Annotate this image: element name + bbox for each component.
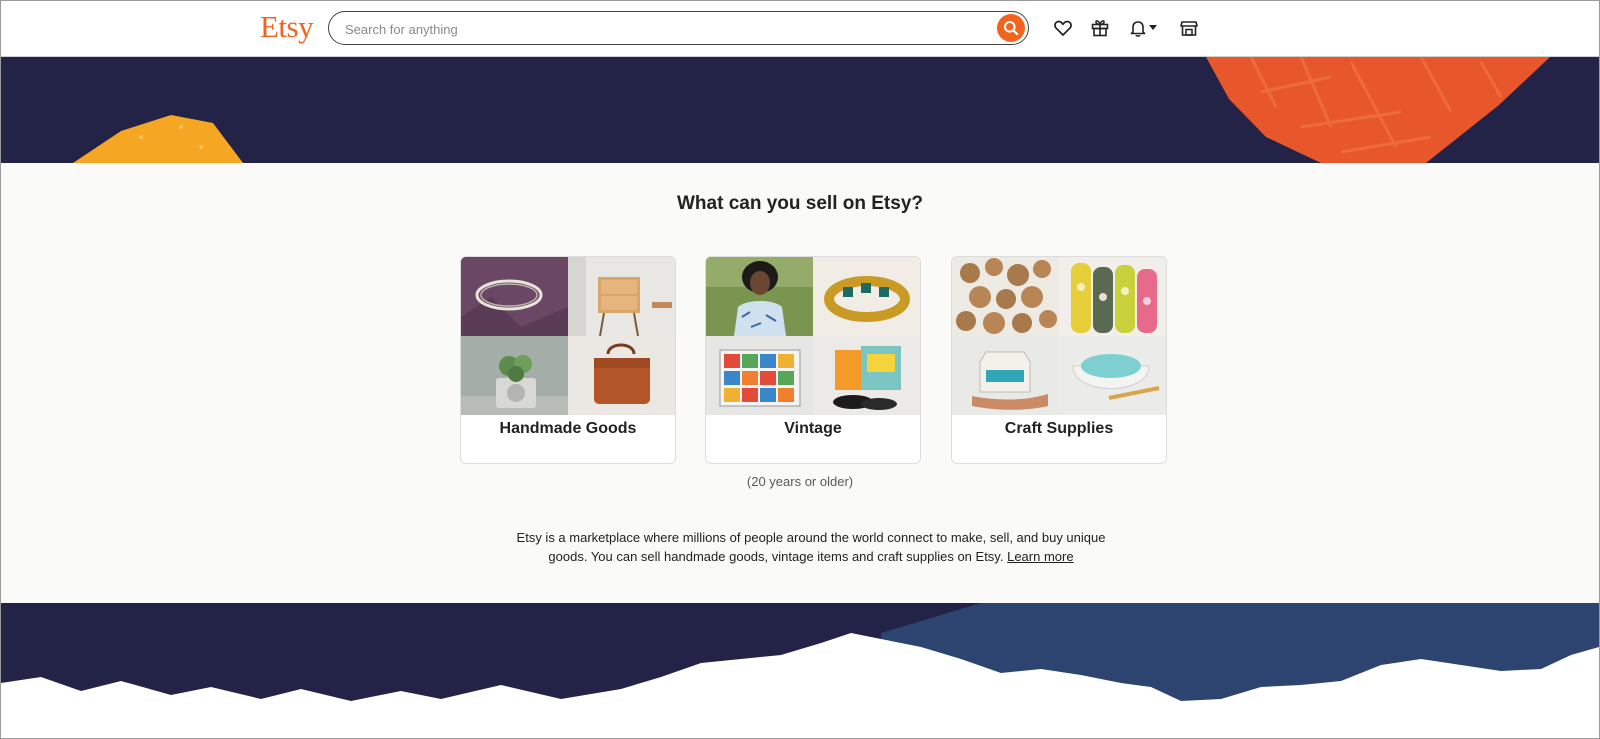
- gift-box-photo: [952, 336, 1059, 415]
- section-heading: What can you sell on Etsy?: [677, 193, 923, 214]
- search-input[interactable]: [343, 18, 967, 40]
- category-card-vintage[interactable]: Vintage: [705, 256, 921, 464]
- card-image-grid: [952, 257, 1166, 415]
- shop-manager-button[interactable]: [1178, 17, 1200, 39]
- cabinet-photo: [706, 336, 813, 415]
- nightstand-photo: [568, 257, 675, 336]
- search-bar: [328, 11, 1029, 45]
- gift-button[interactable]: [1089, 17, 1111, 39]
- heart-icon: [1054, 20, 1072, 36]
- shop-icon: [1180, 21, 1198, 36]
- card-label: Handmade Goods: [499, 420, 637, 437]
- etsy-logo[interactable]: Etsy: [260, 9, 314, 45]
- ring-photo: [461, 257, 568, 336]
- card-label: Craft Supplies: [1004, 420, 1114, 437]
- leather-bag-photo: [568, 336, 675, 415]
- records-photo: [813, 336, 920, 415]
- planter-photo: [461, 336, 568, 415]
- hero-band-bottom: [1, 603, 1599, 738]
- browser-viewport: Etsy Search for anything What can you se…: [0, 0, 1600, 739]
- card-label: Vintage: [784, 420, 842, 437]
- gift-icon: [1091, 20, 1109, 37]
- learn-more-link[interactable]: Learn more: [1007, 549, 1073, 564]
- category-card-handmade[interactable]: Handmade Goods: [460, 256, 676, 464]
- hero-band-top: [1, 57, 1599, 163]
- wooden-buttons-photo: [952, 257, 1059, 336]
- vintage-age-note: (20 years or older): [746, 474, 854, 489]
- notifications-dropdown[interactable]: [1147, 17, 1159, 39]
- search-button[interactable]: [997, 14, 1025, 42]
- notifications-button[interactable]: [1127, 17, 1149, 39]
- fabric-rolls-photo: [1059, 257, 1166, 336]
- chevron-down-icon: [1149, 25, 1157, 30]
- favorites-button[interactable]: [1052, 17, 1074, 39]
- sell-categories-section: What can you sell on Etsy? Handmade Good…: [1, 163, 1599, 603]
- search-icon: [1004, 21, 1019, 36]
- vintage-fashion-photo: [706, 257, 813, 336]
- bell-icon: [1130, 21, 1146, 37]
- site-header: Etsy: [1, 1, 1599, 57]
- card-image-grid: [461, 257, 675, 415]
- bracelet-photo: [813, 257, 920, 336]
- card-image-grid: [706, 257, 920, 415]
- yarn-bowl-photo: [1059, 336, 1166, 415]
- category-card-craft-supplies[interactable]: Craft Supplies: [951, 256, 1167, 464]
- marketplace-description: Etsy is a marketplace where millions of …: [501, 528, 1121, 566]
- yellow-shape-illustration: [73, 115, 243, 163]
- mountain-illustration: [1, 603, 1599, 738]
